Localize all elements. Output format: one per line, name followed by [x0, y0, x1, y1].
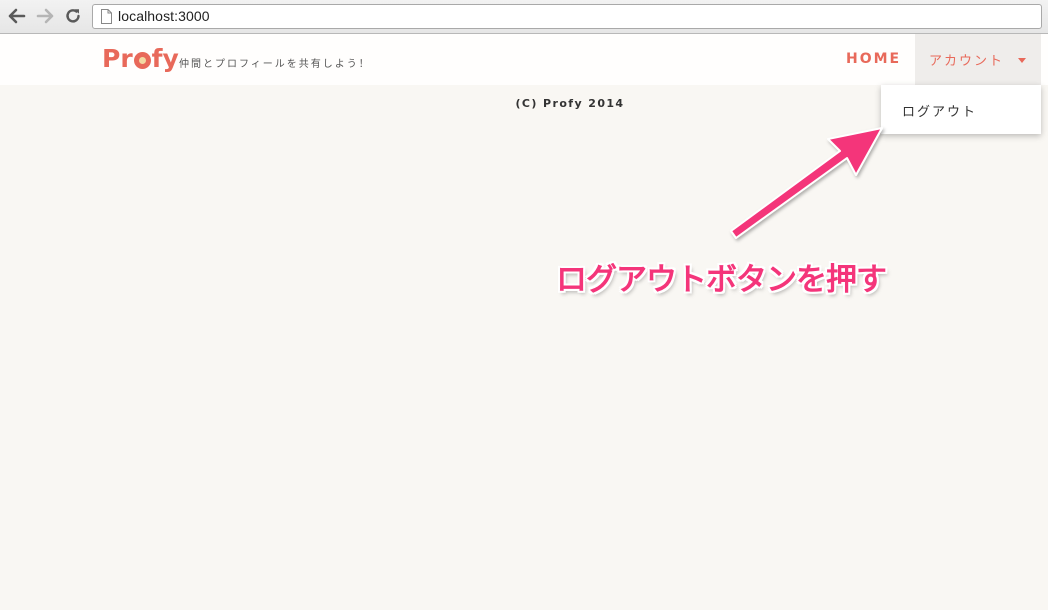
- annotation-arrow: [730, 127, 883, 239]
- arrow-shape: [730, 127, 883, 239]
- annotation-text: ログアウトボタンを押す: [556, 262, 887, 298]
